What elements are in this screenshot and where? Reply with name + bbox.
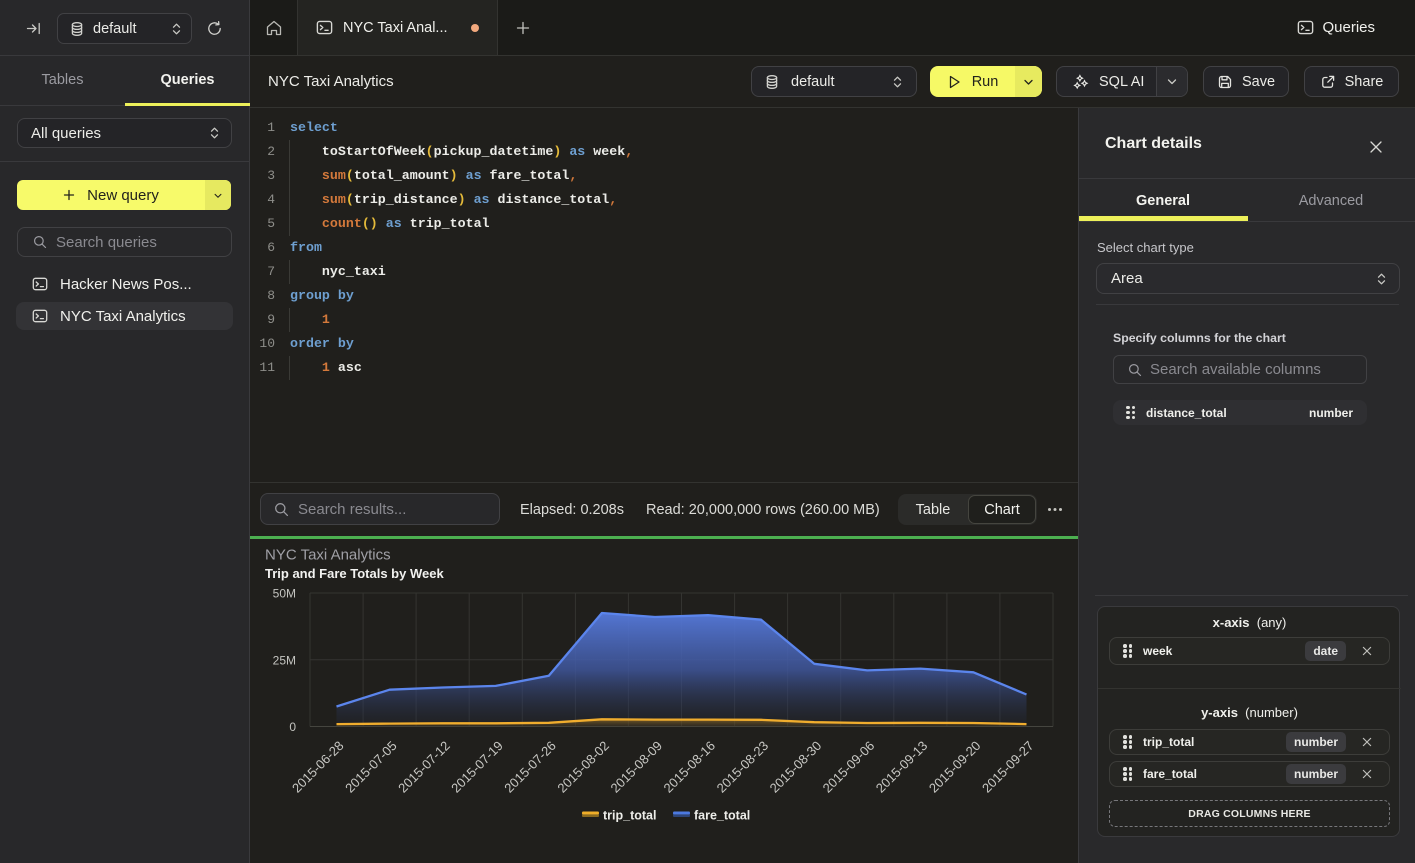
svg-text:2015-08-30: 2015-08-30 <box>767 738 825 796</box>
svg-text:trip_total: trip_total <box>603 809 656 823</box>
svg-text:2015-06-28: 2015-06-28 <box>289 738 347 796</box>
svg-text:NYC Taxi Analytics: NYC Taxi Analytics <box>265 547 391 564</box>
svg-text:2015-08-16: 2015-08-16 <box>660 738 718 796</box>
svg-text:2015-08-02: 2015-08-02 <box>554 738 612 796</box>
svg-text:50M: 50M <box>273 587 296 601</box>
svg-text:2015-07-19: 2015-07-19 <box>448 738 506 796</box>
svg-text:0: 0 <box>289 720 296 734</box>
svg-text:2015-08-09: 2015-08-09 <box>607 738 665 796</box>
svg-text:2015-09-13: 2015-09-13 <box>873 738 931 796</box>
svg-text:2015-09-20: 2015-09-20 <box>926 738 984 796</box>
svg-text:2015-09-06: 2015-09-06 <box>820 738 878 796</box>
svg-text:2015-07-26: 2015-07-26 <box>501 738 559 796</box>
svg-text:2015-07-05: 2015-07-05 <box>342 738 400 796</box>
svg-text:fare_total: fare_total <box>694 809 750 823</box>
svg-text:2015-08-23: 2015-08-23 <box>714 738 772 796</box>
svg-text:2015-07-12: 2015-07-12 <box>395 738 453 796</box>
svg-text:Trip and Fare Totals by Week: Trip and Fare Totals by Week <box>265 566 444 581</box>
svg-text:2015-09-27: 2015-09-27 <box>979 738 1037 796</box>
svg-text:25M: 25M <box>273 653 296 667</box>
